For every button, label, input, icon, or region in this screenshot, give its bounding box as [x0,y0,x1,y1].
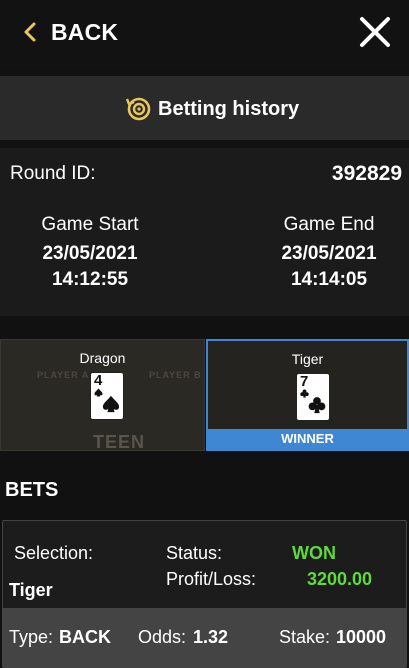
game-start-date: 23/05/2021 [42,243,138,264]
dragon-player-card: PLAYER A PLAYER B TEEN PATTI Dragon 4 [0,339,205,451]
players-result: PLAYER A PLAYER B TEEN PATTI Dragon 4 Ti… [0,339,409,451]
bets-heading: BETS [5,479,59,501]
close-icon[interactable] [358,15,392,49]
round-info-panel: Round ID: 392829 Game Start 23/05/2021 1… [0,148,409,316]
game-end-block: Game End 23/05/2021 14:14:05 [254,214,404,292]
betting-history-button[interactable]: Betting history [0,76,409,140]
odds-value: 1.32 [193,627,229,647]
teen-patti-logo: TEEN PATTI [93,432,146,451]
round-id-label: Round ID: [10,163,96,184]
tiger-card-rank: 7 [300,373,309,390]
betting-history-label: Betting history [158,98,300,120]
status-value: WON [292,543,336,563]
winner-badge: WINNER [208,429,407,449]
bet-details: Type: BACK Odds: 1.32 Stake: 10000 [3,608,406,667]
game-end-date: 23/05/2021 [281,243,377,264]
tiger-name: Tiger [291,351,324,367]
dragon-card: 4 [90,372,124,420]
profit-loss-label: Profit/Loss: [166,569,257,589]
dragon-card-rank: 4 [94,372,103,389]
round-id-value: 392829 [331,162,402,185]
status-label: Status: [166,543,223,563]
profit-loss-value: 3200.00 [307,569,373,589]
dragon-name: Dragon [79,350,126,366]
type-value: BACK [59,627,111,647]
felt-player-b-text: PLAYER B [149,370,202,380]
selection-value: Tiger [9,580,53,600]
club-icon [308,397,326,414]
felt-player-a-text: PLAYER A [37,370,90,380]
selection-label: Selection: [14,543,94,563]
top-bar: BACK [0,0,409,68]
back-label[interactable]: BACK [51,18,118,46]
bet-summary: Selection: Tiger Status: WON Profit/Loss… [3,521,406,607]
stake-value: 10000 [336,627,387,647]
history-icon [125,97,151,121]
bet-entry: Selection: Tiger Status: WON Profit/Loss… [2,520,407,668]
game-start-time: 14:12:55 [51,269,129,290]
game-start-block: Game Start 23/05/2021 14:12:55 [15,214,165,292]
game-start-label: Game Start [41,214,139,235]
stake-label: Stake: [279,627,331,647]
chevron-left-icon[interactable] [20,18,40,46]
spade-icon [102,395,120,413]
type-label: Type: [9,627,54,647]
odds-label: Odds: [138,627,187,647]
game-end-time: 14:14:05 [290,269,368,290]
game-end-label: Game End [283,214,375,235]
tiger-player-card: Tiger 7 WINNER [206,339,409,451]
tiger-card: 7 [296,373,330,421]
